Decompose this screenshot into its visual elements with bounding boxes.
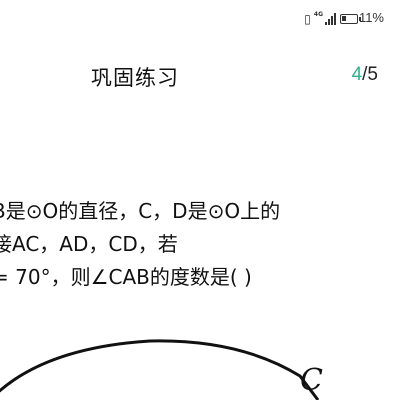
circle-arc: [0, 339, 320, 400]
header: 巩固练习 4/5: [0, 58, 400, 94]
question-line: = 70°，则∠CAB的度数是( ): [0, 265, 252, 289]
question-text: B是⊙O的直径，C，D是⊙O上的 接AC，AD，CD，若 = 70°，则∠CAB…: [0, 195, 400, 294]
progress-total: /5: [362, 64, 378, 85]
progress-current: 4: [351, 64, 363, 85]
question-line: B是⊙O的直径，C，D是⊙O上的: [0, 199, 281, 223]
signal-icon: [325, 13, 336, 25]
battery-icon: [340, 14, 361, 24]
status-icons: ▯ 4G: [304, 11, 361, 27]
point-label-c: C: [300, 363, 323, 398]
question-progress: 4/5: [352, 64, 378, 86]
question-line: 接AC，AD，CD，若: [0, 232, 178, 256]
vibrate-icon: ▯: [304, 12, 311, 26]
network-type-label: 4G: [313, 11, 323, 18]
status-bar: ▯ 4G 11%: [0, 0, 400, 40]
page-title: 巩固练习: [91, 66, 179, 90]
battery-percent: 11%: [358, 10, 384, 25]
